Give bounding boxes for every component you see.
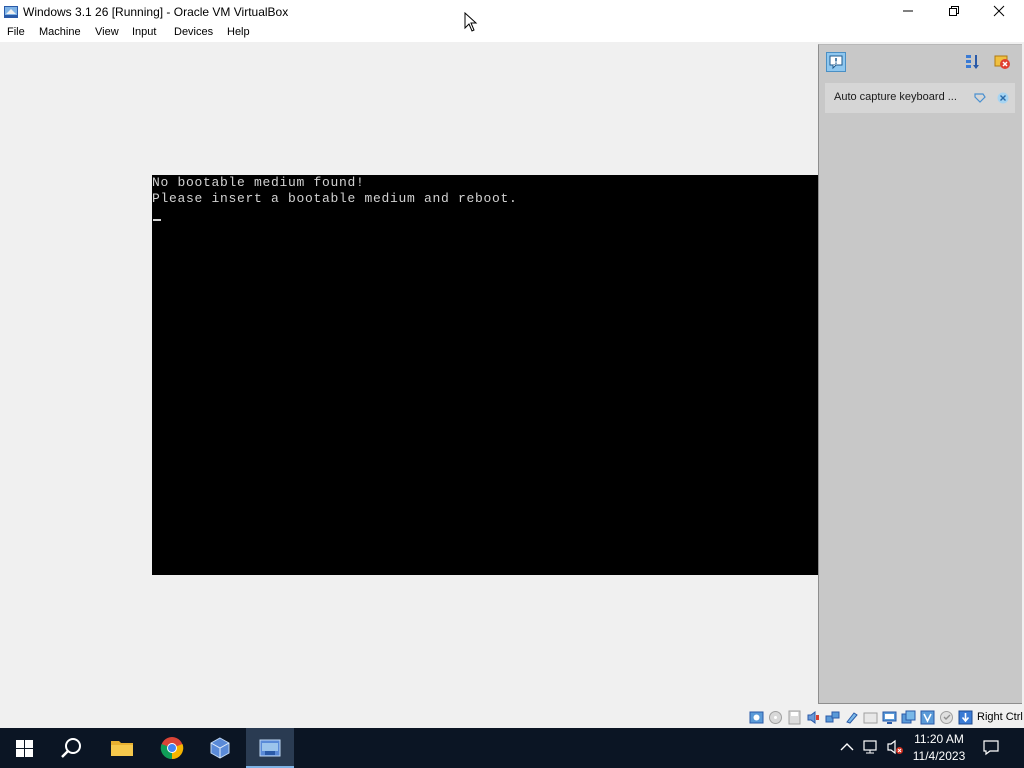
notification-card[interactable]: Auto capture keyboard ...	[825, 83, 1015, 113]
menu-help[interactable]: Help	[227, 26, 250, 38]
notification-text: Auto capture keyboard ...	[834, 91, 957, 103]
floppy-icon[interactable]	[787, 710, 802, 725]
audio-icon[interactable]	[806, 710, 821, 725]
menu-view[interactable]: View	[95, 26, 119, 38]
volume-muted-icon[interactable]	[886, 738, 904, 756]
action-center-icon[interactable]	[982, 738, 1000, 756]
boot-message-line-1: No bootable medium found!	[152, 175, 365, 190]
close-icon[interactable]	[996, 91, 1010, 105]
close-button[interactable]	[976, 0, 1022, 23]
window-title: Windows 3.1 26 [Running] - Oracle VM Vir…	[23, 5, 289, 19]
minimize-button[interactable]	[885, 0, 931, 23]
taskbar-vm-window[interactable]	[246, 728, 294, 768]
sort-icon[interactable]	[964, 53, 984, 73]
pin-icon[interactable]	[973, 91, 987, 105]
start-button[interactable]	[0, 728, 48, 768]
virtualbox-icon	[210, 737, 230, 759]
boot-message-line-2: Please insert a bootable medium and rebo…	[152, 191, 518, 206]
taskbar-chrome[interactable]	[148, 728, 196, 768]
hard-disk-icon[interactable]	[749, 710, 764, 725]
usb-icon[interactable]	[844, 710, 859, 725]
search-icon	[61, 738, 81, 758]
dismiss-all-icon[interactable]	[993, 53, 1013, 73]
taskbar: 11:20 AM 11/4/2023	[0, 728, 1024, 768]
menu-bar: File Machine View Input Devices Help	[0, 23, 1024, 42]
mouse-pointer-icon	[464, 12, 478, 32]
minimize-icon	[903, 10, 913, 12]
mouse-integration-icon[interactable]	[939, 710, 954, 725]
menu-devices[interactable]: Devices	[174, 26, 213, 38]
notification-center-icon[interactable]	[826, 52, 846, 72]
vm-window-icon	[259, 739, 281, 757]
menu-machine[interactable]: Machine	[39, 26, 81, 38]
shared-folders-icon[interactable]	[863, 710, 878, 725]
taskbar-virtualbox[interactable]	[196, 728, 244, 768]
chrome-icon	[160, 737, 184, 760]
virtualbox-app-icon	[4, 6, 18, 18]
keyboard-capture-icon[interactable]	[958, 710, 973, 725]
maximize-button[interactable]	[931, 0, 977, 23]
recording-icon[interactable]	[901, 710, 916, 725]
menu-file[interactable]: File	[7, 26, 25, 38]
display-icon[interactable]	[882, 710, 897, 725]
start-icon	[16, 740, 33, 757]
chevron-up-icon[interactable]	[838, 738, 856, 756]
clock-date: 11/4/2023	[912, 749, 966, 763]
taskbar-file-explorer[interactable]	[98, 728, 146, 768]
optical-drive-icon[interactable]	[768, 710, 783, 725]
clock-time: 11:20 AM	[914, 732, 964, 746]
search-button[interactable]	[48, 728, 96, 768]
close-icon	[993, 5, 1005, 17]
restore-icon	[949, 6, 959, 16]
network-tray-icon[interactable]	[862, 738, 880, 756]
title-bar[interactable]: Windows 3.1 26 [Running] - Oracle VM Vir…	[0, 0, 1024, 23]
network-icon[interactable]	[825, 710, 840, 725]
file-explorer-icon	[111, 741, 133, 756]
vt-x-icon[interactable]	[920, 710, 935, 725]
menu-input[interactable]: Input	[132, 26, 156, 38]
text-cursor	[153, 219, 161, 221]
vm-display[interactable]: No bootable medium found! Please insert …	[152, 175, 818, 575]
status-bar: Right Ctrl	[0, 707, 1024, 728]
notification-center: Auto capture keyboard ...	[818, 44, 1022, 704]
taskbar-clock[interactable]: 11:20 AM 11/4/2023	[906, 731, 972, 765]
host-key-label: Right Ctrl	[977, 711, 1023, 723]
